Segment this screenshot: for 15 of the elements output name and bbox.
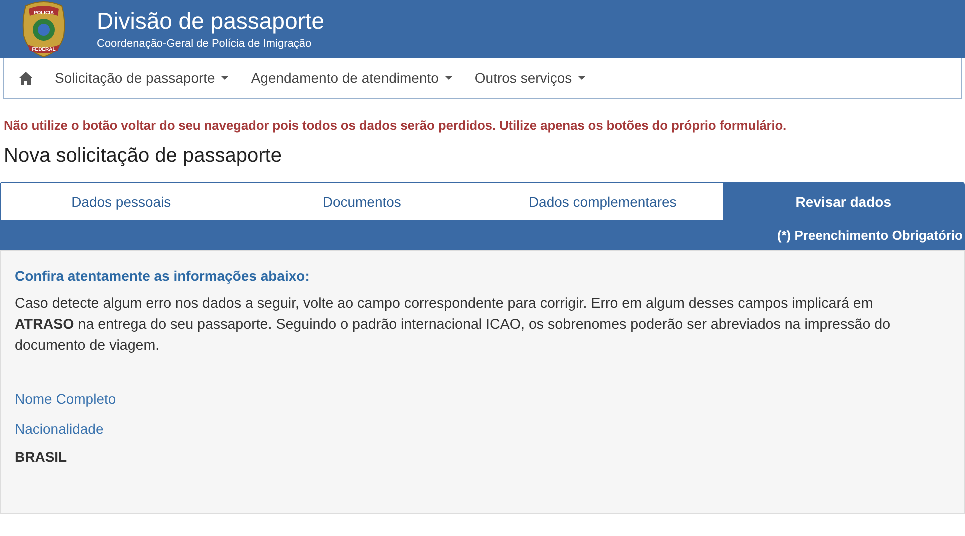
nav-menu-item[interactable]: Agendamento de atendimento [251, 70, 453, 86]
field-label: Nacionalidade [15, 421, 105, 437]
instruction-paragraph: Caso detecte algum erro nos dados a seguir, volte ao campo correspondente para corrigir. Erro em algum desses campos implicará em ATRASO na entrega do seu passaporte. Seguindo o padrão internacional ICAO, os sobrenomes poderão ser abreviados na impressão do documento de viagem. [15, 295, 892, 356]
field-label: Nome Completo [15, 391, 118, 407]
required-note: (*) Preenchimento Obrigatório [777, 228, 963, 242]
home-icon[interactable] [19, 72, 33, 84]
site-title: Divisão de passaporte [97, 8, 325, 34]
nav-menu-item[interactable]: Outros serviços [474, 70, 586, 86]
field-value: BRASIL [15, 449, 68, 465]
site-subtitle: Coordenação-Geral de Polícia de Imigração [97, 38, 313, 50]
page-title: Nova solicitação de passaporte [4, 145, 283, 168]
wizard-tab[interactable]: Revisar dados [723, 183, 964, 220]
warning-message: Não utilize o botão voltar do seu navegador pois todos os dados serão perdidos. Utilize apenas os botões do próprio formulário. [4, 118, 788, 133]
panel-heading: Confira atentamente as informações abaixo: [15, 268, 311, 284]
nav-menu-item[interactable]: Solicitação de passaporte [55, 70, 230, 86]
